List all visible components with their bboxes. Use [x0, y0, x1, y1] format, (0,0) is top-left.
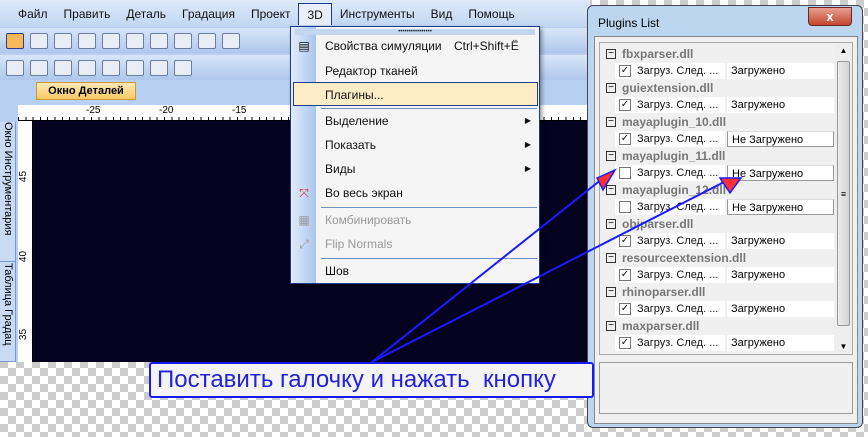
arrow-line	[371, 179, 729, 363]
arrow-head-icon	[718, 177, 743, 195]
arrow-line	[371, 174, 608, 363]
annotation-callout: Поставить галочку и нажать кнопку	[149, 362, 594, 398]
arrow-head-icon	[595, 168, 617, 192]
